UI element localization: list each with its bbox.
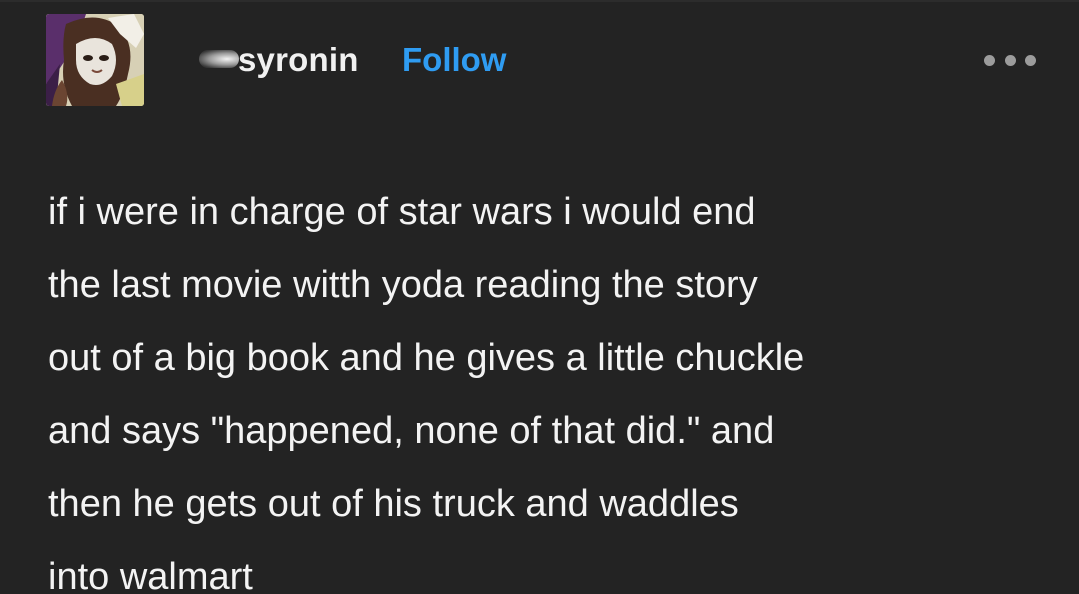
post-text-line: then he gets out of his truck and waddle… [48,483,739,525]
post-text-line: the last movie witth yoda reading the st… [48,264,758,306]
tumblr-post: syronin Follow if i were in charge of st… [0,0,1079,594]
avatar-image [46,14,144,106]
divider [0,0,1079,2]
blurred-name-prefix [199,50,239,68]
avatar[interactable] [46,14,144,106]
username[interactable]: syronin [238,41,359,79]
dot [984,54,995,66]
post-body: if i were in charge of star wars i would… [48,176,1048,594]
follow-button[interactable]: Follow [402,41,506,79]
post-header: syronin Follow [46,14,1036,106]
post-text-line: if i were in charge of star wars i would… [48,191,756,233]
post-text-line: into walmart [48,556,253,594]
post-text-line: and says "happened, none of that did." a… [48,410,775,452]
more-options-icon[interactable] [984,48,1036,72]
dot [1025,54,1036,66]
dot [1004,54,1016,66]
post-text-line: out of a big book and he gives a little … [48,337,805,379]
